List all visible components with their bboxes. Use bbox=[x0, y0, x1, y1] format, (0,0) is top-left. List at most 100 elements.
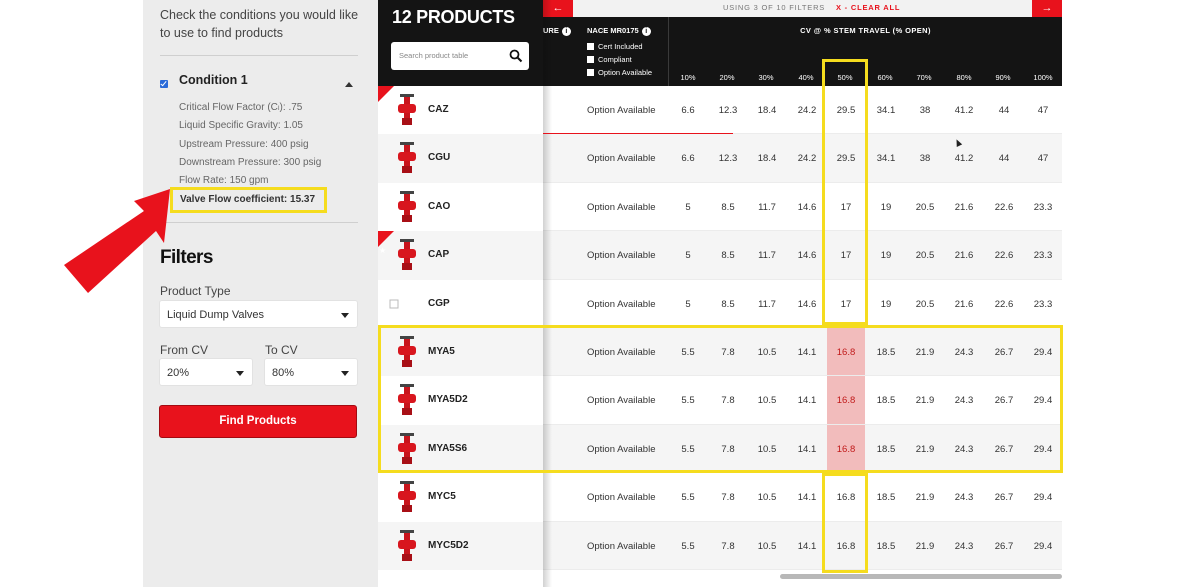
cv-value-cell: 5.5 bbox=[681, 540, 695, 552]
info-icon[interactable]: i bbox=[561, 26, 571, 36]
condition-checkbox[interactable] bbox=[160, 80, 168, 88]
percent-header: 80% bbox=[956, 73, 972, 82]
cv-value-cell: 7.8 bbox=[721, 540, 735, 552]
to-cv-value: 80% bbox=[272, 367, 295, 379]
table-row[interactable]: MYC5D2 Option Available 5.5 7.8 10.5 14.1 16.8… bbox=[378, 521, 1062, 570]
to-cv-label: To CV bbox=[265, 343, 298, 357]
products-count-title: 12 PRODUCTS bbox=[392, 7, 515, 27]
cv-value-cell: 26.7 bbox=[994, 492, 1014, 504]
column-cv-stem-travel: CV @ % STEM TRAVEL (% OPEN) bbox=[800, 26, 931, 35]
to-cv-select[interactable]: 80% bbox=[265, 359, 357, 385]
percent-header: 70% bbox=[916, 73, 932, 82]
nace-option-label: Compliant bbox=[598, 55, 632, 64]
percent-header: 60% bbox=[877, 73, 893, 82]
cv-value-cell: 19 bbox=[880, 201, 892, 213]
nace-option-compliant[interactable]: Compliant bbox=[587, 53, 652, 66]
valve-thumbnail-icon bbox=[398, 481, 416, 513]
checkbox[interactable] bbox=[587, 69, 594, 76]
from-cv-select[interactable]: 20% bbox=[160, 359, 252, 385]
product-name-cell[interactable]: ★ CAZ bbox=[378, 86, 543, 135]
cv-value-cell: 47 bbox=[1037, 105, 1049, 116]
checkbox[interactable] bbox=[587, 56, 594, 63]
cv-value-cell: 14.6 bbox=[797, 298, 817, 310]
cv-value-cell: 10.5 bbox=[757, 540, 777, 552]
cv-value-cell: 20.5 bbox=[915, 250, 935, 262]
cv-value-cell: 44 bbox=[998, 105, 1010, 116]
product-name-cell[interactable]: CAO bbox=[378, 182, 543, 232]
nace-options: Cert Included Compliant Option Available bbox=[587, 40, 652, 79]
cv-value-cell: 11.7 bbox=[758, 201, 776, 213]
search-input[interactable]: Search product table bbox=[391, 42, 529, 70]
condition-header[interactable]: Condition 1 bbox=[160, 72, 358, 92]
cv-value-cell: 34.1 bbox=[876, 105, 896, 116]
scroll-right-arrow-icon[interactable]: → bbox=[1032, 0, 1062, 17]
chevron-down-icon bbox=[341, 371, 349, 376]
valve-thumbnail-icon bbox=[389, 299, 399, 309]
cv-value-cell: 5 bbox=[685, 298, 691, 310]
cv-value-cell: 21.9 bbox=[915, 540, 935, 552]
cv-value-cell: 20.5 bbox=[915, 298, 935, 310]
product-name-cell[interactable]: MYC5D2 bbox=[378, 521, 543, 570]
info-icon[interactable]: i bbox=[641, 26, 651, 36]
nace-option-cert[interactable]: Cert Included bbox=[587, 40, 652, 53]
cv-value-cell: 14.6 bbox=[797, 250, 817, 262]
product-name-cell[interactable]: CGU bbox=[378, 134, 543, 183]
cv-value-cell: 23.3 bbox=[1033, 298, 1053, 310]
highlight-rows-box bbox=[378, 325, 1063, 473]
horizontal-scrollbar[interactable] bbox=[780, 574, 1062, 579]
product-name[interactable]: CAO bbox=[428, 201, 450, 212]
table-row[interactable]: CAO Option Available 5 8.5 11.7 14.6 17 19 20.5 2… bbox=[378, 182, 1062, 232]
highlight-column-box-top bbox=[822, 59, 868, 325]
nace-option-available[interactable]: Option Available bbox=[587, 66, 652, 79]
column-nace-label: NACE MR0175 bbox=[587, 26, 639, 35]
nace-cell: Option Available bbox=[587, 201, 656, 213]
product-name[interactable]: MYC5 bbox=[428, 491, 456, 502]
collapse-chevron-icon[interactable] bbox=[345, 82, 353, 87]
cv-value-cell: 22.6 bbox=[994, 201, 1014, 213]
valve-flow-coefficient-highlight: Valve Flow coefficient: 15.37 bbox=[170, 187, 327, 213]
product-name[interactable]: CAP bbox=[428, 249, 449, 260]
cv-value-cell: 8.5 bbox=[721, 250, 735, 262]
cv-value-cell: 21.6 bbox=[954, 201, 974, 213]
cv-value-cell: 18.4 bbox=[757, 153, 777, 165]
cv-value-cell: 6.6 bbox=[681, 153, 695, 165]
nace-option-label: Cert Included bbox=[598, 42, 643, 51]
cv-value-cell: 12.3 bbox=[718, 153, 738, 165]
cv-value-cell: 47 bbox=[1037, 153, 1049, 165]
product-name-cell[interactable]: CGP bbox=[378, 279, 543, 328]
product-name[interactable]: CAZ bbox=[428, 104, 449, 115]
search-icon[interactable] bbox=[509, 49, 523, 63]
table-row[interactable]: ★ CAZ Option Available 6.6 12.3 18.4 24.2 29.5 3… bbox=[378, 86, 1062, 135]
cv-value-cell: 11.7 bbox=[758, 250, 776, 262]
row-divider bbox=[543, 568, 1062, 570]
nace-option-label: Option Available bbox=[598, 68, 653, 77]
filter-sidebar: Check the conditions you would like to u… bbox=[143, 0, 378, 587]
product-name[interactable]: MYC5D2 bbox=[428, 540, 469, 551]
from-cv-label: From CV bbox=[160, 343, 208, 357]
filter-status: USING 3 OF 10 FILTERS X - CLEAR ALL bbox=[723, 3, 900, 12]
cv-value-cell: 24.2 bbox=[797, 153, 817, 165]
product-name[interactable]: CGP bbox=[428, 298, 450, 309]
filter-count: USING 3 OF 10 FILTERS bbox=[723, 3, 826, 12]
find-products-button[interactable]: Find Products bbox=[159, 405, 357, 438]
cv-value-cell: 24.2 bbox=[797, 105, 817, 116]
table-row[interactable]: CGP Option Available 5 8.5 11.7 14.6 17 19 20.5 2… bbox=[378, 279, 1062, 328]
valve-thumbnail-icon bbox=[398, 190, 416, 222]
clear-all-link[interactable]: X - CLEAR ALL bbox=[836, 3, 900, 12]
checkbox[interactable] bbox=[587, 43, 594, 50]
product-name-cell[interactable]: MYC5 bbox=[378, 473, 543, 522]
table-row[interactable]: ★ CAP Option Available 5 8.5 11.7 14.6 17 19 20.5… bbox=[378, 231, 1062, 280]
table-row[interactable]: MYC5 Option Available 5.5 7.8 10.5 14.1 16.8 18… bbox=[378, 473, 1062, 522]
column-shadow bbox=[543, 0, 552, 587]
cv-value-cell: 18.5 bbox=[876, 492, 896, 504]
cv-value-cell: 44 bbox=[998, 153, 1010, 165]
product-name-cell[interactable]: ★ CAP bbox=[378, 231, 543, 280]
product-type-select[interactable]: Liquid Dump Valves bbox=[160, 301, 357, 327]
red-divider bbox=[543, 133, 733, 134]
product-name[interactable]: CGU bbox=[428, 152, 450, 163]
condition-params: Critical Flow Factor (Cₗ): .75 Liquid Sp… bbox=[179, 99, 364, 190]
percent-header: 90% bbox=[995, 73, 1011, 82]
nace-cell: Option Available bbox=[587, 298, 656, 310]
cv-value-cell: 6.6 bbox=[681, 105, 695, 116]
nace-cell: Option Available bbox=[587, 105, 656, 116]
